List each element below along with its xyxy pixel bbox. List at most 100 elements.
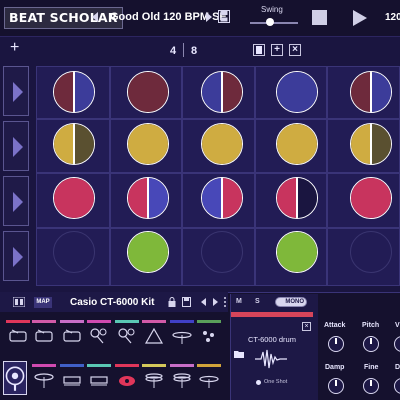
close-sample-button[interactable]: ×	[302, 322, 311, 331]
step-pad[interactable]	[127, 71, 169, 113]
kit-name[interactable]: Casio CT-6000 Kit	[70, 297, 154, 308]
solo-button[interactable]: S	[255, 298, 260, 305]
hihat-icon	[145, 373, 163, 388]
instrument-slot[interactable]	[197, 320, 223, 346]
instrument-slot[interactable]	[142, 364, 168, 390]
track-handle-4[interactable]	[3, 231, 29, 281]
add-pattern-button[interactable]: +	[271, 44, 283, 56]
pitch-knob[interactable]	[363, 336, 379, 352]
maracas-icon	[118, 328, 135, 344]
instrument-slot[interactable]	[115, 364, 141, 390]
remove-pattern-button[interactable]: ×	[289, 44, 301, 56]
sample-name: CT-6000 drum	[248, 335, 296, 344]
pad-divider	[147, 178, 149, 218]
instrument-slot[interactable]	[32, 320, 58, 346]
mono-toggle[interactable]: MONO	[275, 297, 307, 307]
drum-icon	[35, 329, 53, 342]
instrument-color-bar	[115, 320, 139, 323]
step-pad[interactable]	[201, 231, 243, 273]
step-pad[interactable]	[201, 71, 243, 113]
track-handle-3[interactable]	[3, 176, 29, 226]
swing-slider-handle[interactable]	[266, 18, 274, 26]
instrument-slot[interactable]	[170, 364, 196, 390]
kit-menu-icon[interactable]	[223, 297, 227, 307]
instrument-slot[interactable]	[32, 364, 58, 390]
lock-icon[interactable]	[168, 297, 176, 307]
preset-prev-arrow-icon[interactable]	[92, 12, 98, 22]
pitch-label: Pitch	[362, 322, 380, 329]
step-pad[interactable]	[53, 71, 95, 113]
pad-divider	[370, 72, 372, 112]
pad-right-half	[371, 178, 391, 218]
pad-left-half	[351, 124, 371, 164]
step-pad[interactable]	[201, 123, 243, 165]
maracas-icon	[90, 328, 107, 344]
grid-row-divider	[36, 227, 400, 229]
damp-knob[interactable]	[328, 378, 344, 394]
step-pad[interactable]	[276, 123, 318, 165]
selected-instrument-slot[interactable]	[3, 361, 27, 395]
preset-next-arrow-icon[interactable]	[206, 12, 212, 22]
save-icon[interactable]	[218, 10, 230, 23]
pad-right-half	[371, 124, 391, 164]
folder-icon[interactable]	[234, 350, 244, 358]
step-pad[interactable]	[276, 231, 318, 273]
step-pad[interactable]	[127, 177, 169, 219]
kit-prev-arrow-icon[interactable]	[201, 298, 206, 306]
speaker-icon[interactable]	[13, 297, 25, 307]
instrument-slot[interactable]	[60, 364, 86, 390]
waveform-icon	[255, 349, 287, 369]
step-pad[interactable]	[127, 231, 169, 273]
step-pad[interactable]	[276, 71, 318, 113]
mute-button[interactable]: M	[236, 298, 242, 305]
step-pad[interactable]	[127, 123, 169, 165]
hihat-icon	[173, 373, 191, 388]
instrument-color-bar	[60, 364, 84, 367]
bpm-value[interactable]: 120	[385, 12, 400, 23]
map-button[interactable]: MAP	[34, 297, 52, 308]
step-pad[interactable]	[201, 177, 243, 219]
add-track-button[interactable]: +	[10, 40, 19, 56]
pad-left-half	[277, 72, 297, 112]
step-pad[interactable]	[276, 177, 318, 219]
decay-label: D	[395, 364, 400, 371]
instrument-slot[interactable]	[87, 364, 113, 390]
track-handle-1[interactable]	[3, 66, 29, 116]
pad-divider	[73, 72, 75, 112]
triangle-icon	[144, 327, 164, 344]
instrument-slot[interactable]	[170, 320, 196, 346]
attack-knob[interactable]	[328, 336, 344, 352]
pad-right-half	[297, 232, 317, 272]
grid-row-divider	[36, 118, 400, 120]
step-pad[interactable]	[350, 71, 392, 113]
one-shot-label: One Shot	[264, 379, 288, 385]
step-divider	[183, 43, 184, 57]
instrument-slot[interactable]	[60, 320, 86, 346]
step-pad[interactable]	[350, 177, 392, 219]
track-expand-icon	[13, 137, 23, 157]
pad-right-half	[74, 178, 94, 218]
play-button[interactable]	[353, 10, 367, 26]
instrument-slot[interactable]	[115, 320, 141, 346]
step-pad[interactable]	[53, 177, 95, 219]
step-pad[interactable]	[350, 123, 392, 165]
one-shot-radio[interactable]	[256, 380, 261, 385]
stop-button[interactable]	[312, 10, 327, 25]
instrument-slot[interactable]	[142, 320, 168, 346]
pad-right-half	[222, 178, 242, 218]
kit-next-arrow-icon[interactable]	[213, 298, 218, 306]
step-pad[interactable]	[350, 231, 392, 273]
new-pattern-button[interactable]	[253, 44, 265, 56]
swing-slider-track[interactable]	[250, 22, 298, 24]
pad-left-half	[277, 178, 297, 218]
instrument-slot[interactable]	[197, 364, 223, 390]
step-pad[interactable]	[53, 231, 95, 273]
fine-knob[interactable]	[363, 378, 379, 394]
kit-save-icon[interactable]	[182, 297, 191, 307]
step-pad[interactable]	[53, 123, 95, 165]
track-expand-icon	[13, 192, 23, 212]
instrument-slot[interactable]	[87, 320, 113, 346]
track-handle-2[interactable]	[3, 121, 29, 171]
drum-icon	[63, 329, 81, 342]
instrument-slot[interactable]	[6, 320, 32, 346]
